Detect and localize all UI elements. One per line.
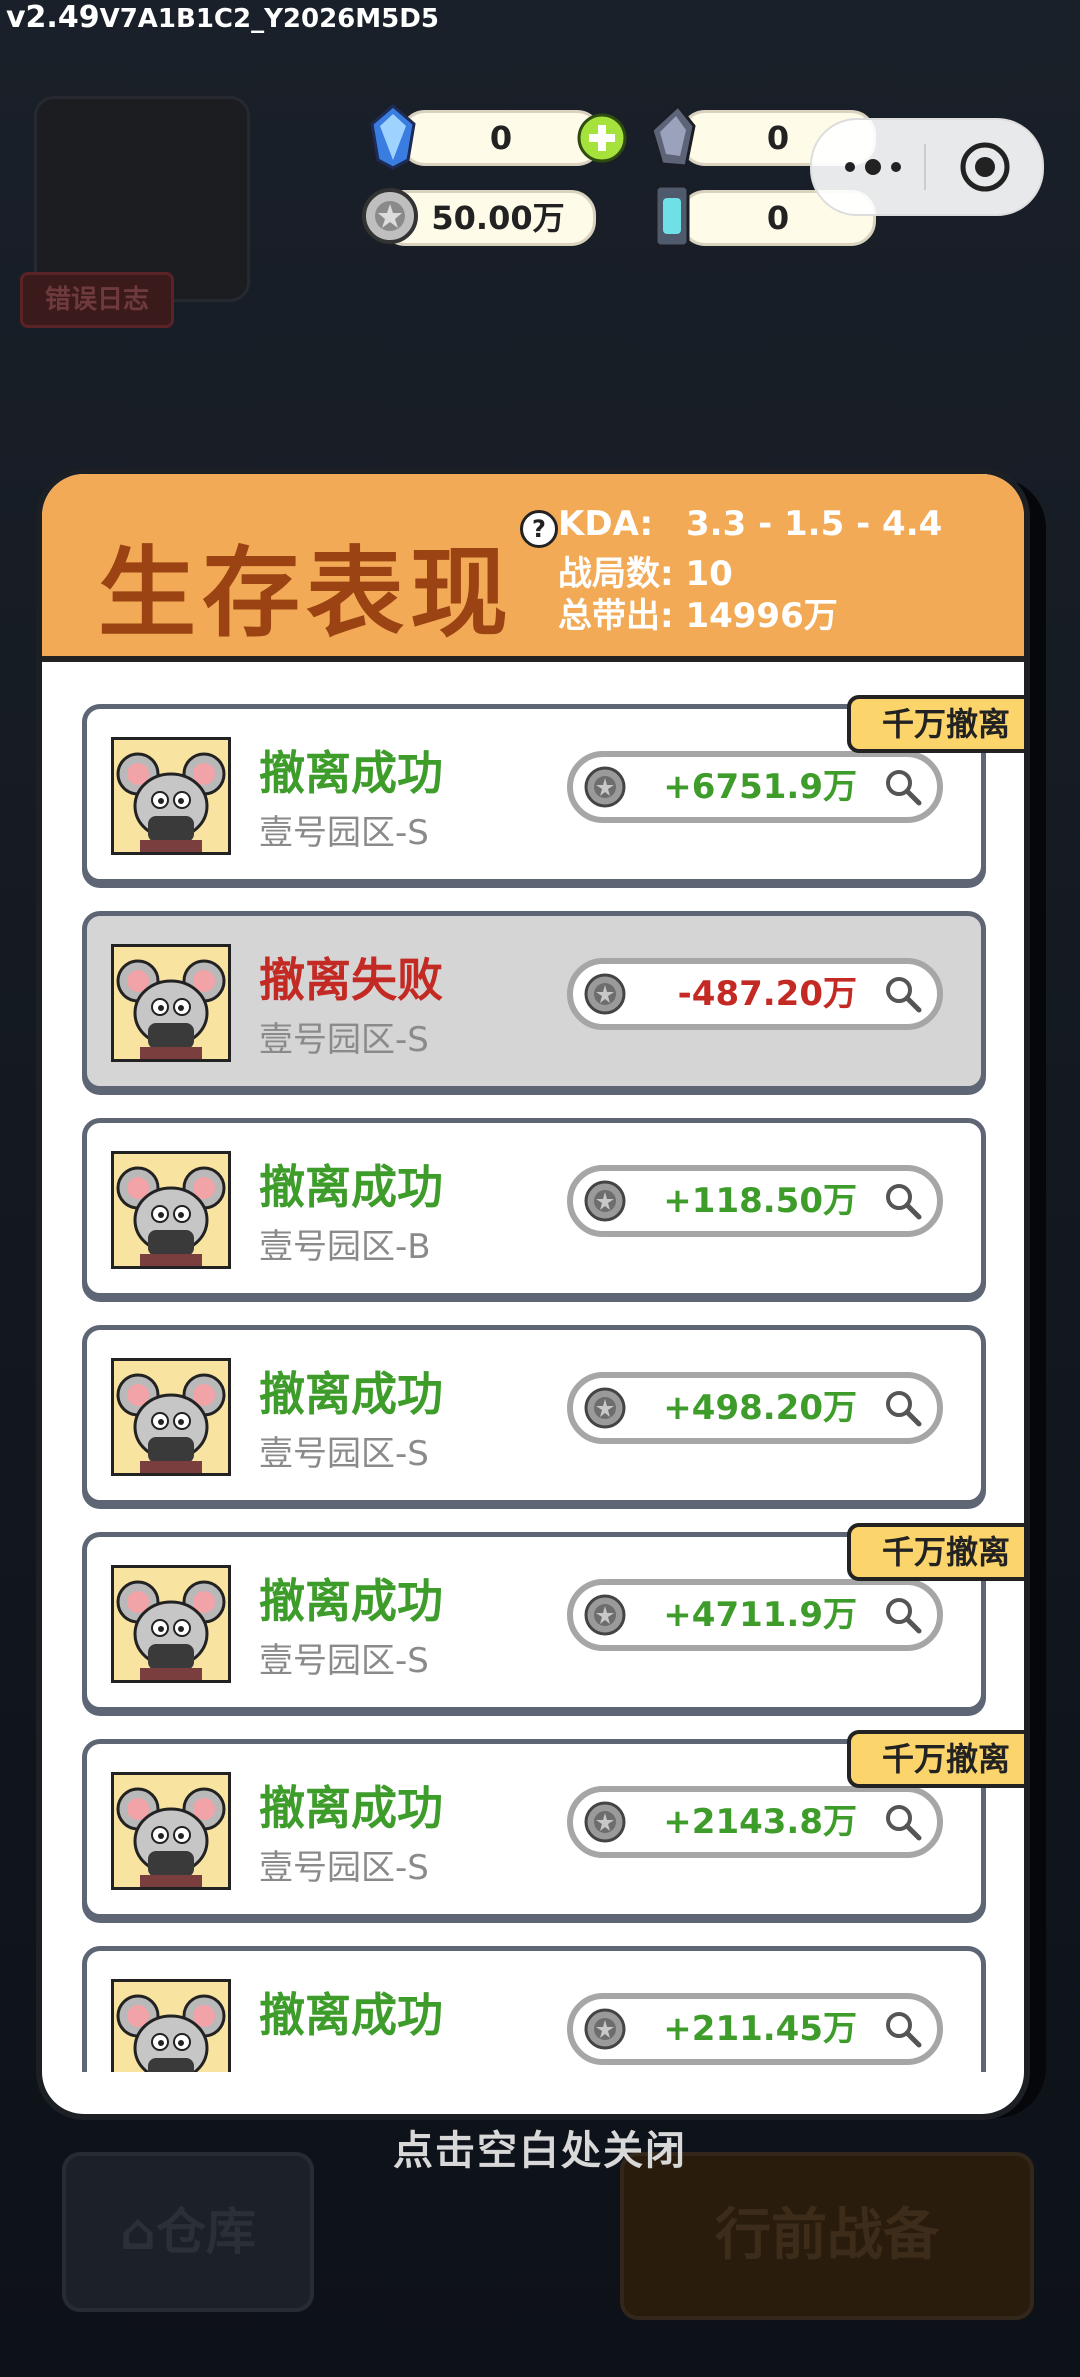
mouse-avatar xyxy=(111,1151,231,1269)
tag-badge: 千万撤离 xyxy=(847,1523,1024,1581)
coin-icon xyxy=(584,766,626,808)
loot-amount: +6751.9万 xyxy=(663,767,857,807)
magnifier-icon[interactable] xyxy=(883,1181,923,1221)
loot-value-pill[interactable]: +4711.9万 xyxy=(567,1579,943,1651)
modal-header: 生存表现 ? KDA: 3.3 - 1.5 - 4.4 战局数: 10 总带出:… xyxy=(42,474,1024,662)
loot-value-pill[interactable]: +6751.9万 xyxy=(567,751,943,823)
zone-label: 壹号园区-B xyxy=(259,1227,431,1267)
mouse-avatar-icon xyxy=(116,1166,226,1266)
modal-title: 生存表现 xyxy=(98,537,515,651)
mouse-avatar-icon xyxy=(116,959,226,1059)
loot-amount: +4711.9万 xyxy=(663,1595,857,1635)
extraction-status: 撤离成功 xyxy=(259,1988,443,2042)
match-record-card[interactable]: 千万撤离 撤离成功 壹号园区-S +6751.9万 xyxy=(82,695,1024,884)
battery-cell-icon xyxy=(654,184,690,248)
match-record-card[interactable]: 撤离成功 +211.45万 xyxy=(82,1946,986,2072)
match-record-card[interactable]: 撤离失败 壹号园区-S -487.20万 xyxy=(82,911,986,1091)
match-record-card[interactable]: 撤离成功 壹号园区-S +498.20万 xyxy=(82,1325,986,1505)
version-label: v2.49V7A1B1C2_Y2026M5D5 xyxy=(6,0,439,35)
extraction-status: 撤离成功 xyxy=(259,1781,443,1835)
coin-icon xyxy=(584,1801,626,1843)
close-miniprogram-icon[interactable] xyxy=(958,140,1012,194)
mouse-avatar xyxy=(111,944,231,1062)
mouse-avatar-icon xyxy=(116,752,226,852)
extraction-status: 撤离成功 xyxy=(259,1367,443,1421)
zone-label: 壹号园区-S xyxy=(259,1020,429,1060)
match-record-card[interactable]: 千万撤离 撤离成功 壹号园区-S +4711.9万 xyxy=(82,1523,1024,1712)
help-icon[interactable]: ? xyxy=(520,510,558,548)
extraction-status: 撤离成功 xyxy=(259,1160,443,1214)
mouse-avatar xyxy=(111,1358,231,1476)
match-record-card[interactable]: 撤离成功 壹号园区-B +118.50万 xyxy=(82,1118,986,1298)
loot-amount: -487.20万 xyxy=(677,974,857,1014)
magnifier-icon[interactable] xyxy=(883,2009,923,2049)
mouse-avatar xyxy=(111,737,231,855)
loot-amount: +211.45万 xyxy=(663,2009,857,2049)
mouse-avatar xyxy=(111,1565,231,1683)
coin-icon xyxy=(584,1594,626,1636)
error-log-button[interactable]: 错误日志 xyxy=(20,272,174,328)
gem-value: 0 xyxy=(489,119,513,157)
zone-label: 壹号园区-S xyxy=(259,1641,429,1681)
blue-gem-icon xyxy=(370,104,416,170)
mouse-avatar-icon xyxy=(116,1787,226,1887)
prepare-button[interactable]: 行前战备 xyxy=(620,2152,1034,2320)
mouse-avatar xyxy=(111,1772,231,1890)
coin-value: 50.00万 xyxy=(431,199,565,237)
match-record-list[interactable]: 千万撤离 撤离成功 壹号园区-S +6751.9万 撤离失败 壹号园区-S -4… xyxy=(42,662,1024,2072)
mouse-avatar xyxy=(111,1979,231,2072)
magnifier-icon[interactable] xyxy=(883,974,923,1014)
more-icon[interactable] xyxy=(838,150,908,184)
add-gem-icon[interactable] xyxy=(576,112,628,164)
loot-value-pill[interactable]: +2143.8万 xyxy=(567,1786,943,1858)
kda-value: 3.3 - 1.5 - 4.4 xyxy=(686,504,943,544)
extraction-status: 撤离成功 xyxy=(259,746,443,800)
warehouse-button[interactable]: ⌂仓库 xyxy=(62,2152,314,2312)
extraction-status: 撤离成功 xyxy=(259,1574,443,1628)
loot-amount: +498.20万 xyxy=(663,1388,857,1428)
mouse-avatar-icon xyxy=(116,1994,226,2072)
coin-icon xyxy=(584,1180,626,1222)
close-hint: 点击空白处关闭 xyxy=(393,2128,687,2174)
extraction-status: 撤离失败 xyxy=(259,953,443,1007)
match-record-card[interactable]: 千万撤离 撤离成功 壹号园区-S +2143.8万 xyxy=(82,1730,1024,1919)
loot-value-pill[interactable]: -487.20万 xyxy=(567,958,943,1030)
zone-label: 壹号园区-S xyxy=(259,1434,429,1474)
loot-value-pill[interactable]: +211.45万 xyxy=(567,1993,943,2065)
miniprogram-capsule xyxy=(810,118,1044,216)
loot-amount: +118.50万 xyxy=(663,1181,857,1221)
magnifier-icon[interactable] xyxy=(883,1802,923,1842)
gem-counter: 0 xyxy=(400,110,602,166)
coin-icon xyxy=(584,973,626,1015)
loot-amount: +2143.8万 xyxy=(663,1802,857,1842)
coin-icon xyxy=(584,2008,626,2050)
mouse-avatar-icon xyxy=(116,1373,226,1473)
zone-label: 壹号园区-S xyxy=(259,813,429,853)
zone-label: 壹号园区-S xyxy=(259,1848,429,1888)
dark-crystal-icon xyxy=(650,104,696,168)
tag-badge: 千万撤离 xyxy=(847,695,1024,753)
magnifier-icon[interactable] xyxy=(883,1388,923,1428)
magnifier-icon[interactable] xyxy=(883,1595,923,1635)
mouse-avatar-icon xyxy=(116,1580,226,1680)
survival-performance-modal[interactable]: 生存表现 ? KDA: 3.3 - 1.5 - 4.4 战局数: 10 总带出:… xyxy=(36,468,1030,2120)
magnifier-icon[interactable] xyxy=(883,767,923,807)
tag-badge: 千万撤离 xyxy=(847,1730,1024,1788)
coin-icon xyxy=(362,188,418,244)
stat-total-output: 总带出: 14996万 xyxy=(558,596,838,636)
loot-value-pill[interactable]: +498.20万 xyxy=(567,1372,943,1444)
loot-value-pill[interactable]: +118.50万 xyxy=(567,1165,943,1237)
coin-icon xyxy=(584,1387,626,1429)
kda-label: KDA: xyxy=(558,504,654,544)
